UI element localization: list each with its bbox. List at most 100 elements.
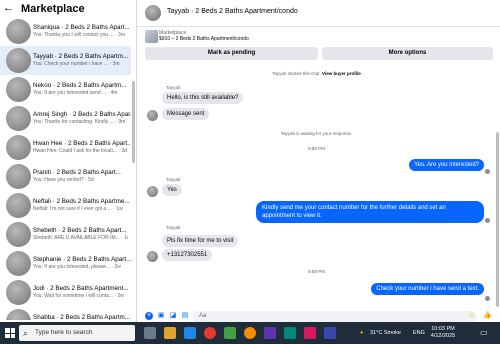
avatar xyxy=(6,193,31,218)
sender-avatar[interactable] xyxy=(147,110,158,121)
app-icon[interactable] xyxy=(264,327,276,339)
conversation-name: Shebeth · 2 Beds 2 Baths Apart... xyxy=(33,227,127,234)
waiting-notice: Tayyab is waiting for your response. xyxy=(280,131,353,136)
back-arrow-icon[interactable]: ← xyxy=(3,2,14,14)
timestamp: 9:58 PM xyxy=(307,269,326,274)
thumbs-up-icon[interactable]: 👍 xyxy=(483,312,492,320)
app-icon[interactable] xyxy=(224,327,236,339)
conversation-preview: You: If are you interested send ... · 4m xyxy=(33,90,118,96)
plus-icon[interactable]: + xyxy=(145,312,153,320)
seen-indicator xyxy=(485,218,490,223)
mark-pending-button[interactable]: Mark as pending xyxy=(145,47,318,60)
taskbar-search-box[interactable]: ⌕ Type here to search xyxy=(19,325,135,341)
chat-started-text: Tayyab started this chat. xyxy=(272,71,321,76)
file-explorer-icon[interactable] xyxy=(164,327,176,339)
outgoing-message[interactable]: Kindly send me your contact number for t… xyxy=(256,201,484,223)
image-icon[interactable]: ▣ xyxy=(157,312,165,320)
avatar xyxy=(6,164,31,189)
sender-avatar[interactable] xyxy=(147,186,158,197)
avatar xyxy=(6,251,31,276)
sender-name: Tayyab xyxy=(166,177,181,182)
incoming-message[interactable]: Hello, is this still available? xyxy=(162,92,244,104)
task-view-icon[interactable] xyxy=(144,327,156,339)
sender-avatar[interactable] xyxy=(147,251,158,262)
sidebar-title: Marketplace xyxy=(21,3,85,15)
conversation-item[interactable]: Amrej Singh · 2 Beds 2 Baths Apar... You:… xyxy=(0,104,131,133)
outgoing-message[interactable]: Check your number i have send a text. xyxy=(371,283,484,295)
conversation-item[interactable]: Hwan Hee · 2 Beds 2 Baths Apart... Hwan H… xyxy=(0,133,131,162)
conversation-item[interactable]: Shebeth · 2 Beds 2 Baths Apart... Shebeth… xyxy=(0,220,131,249)
taskbar-clock[interactable]: 10:03 PM 4/12/2025 xyxy=(428,326,458,340)
conversation-preview: You: Check your number i have ... · 3m xyxy=(33,61,120,67)
conversation-preview: You: If are you interested, please... · … xyxy=(33,264,121,270)
avatar xyxy=(6,77,31,102)
view-buyer-profile-link[interactable]: View buyer profile xyxy=(322,71,361,76)
seen-indicator xyxy=(485,169,490,174)
conversation-item[interactable]: Tayyab · 2 Beds 2 Baths Apartm... You: Ch… xyxy=(0,46,131,75)
conversation-preview: You: Wait for sometime i will conta... ·… xyxy=(33,293,124,299)
clock-date: 4/12/2025 xyxy=(430,333,456,339)
incoming-message[interactable]: +13127302551 xyxy=(162,249,213,261)
app-icon[interactable] xyxy=(284,327,296,339)
conversation-name: Shabba · 2 Beds 2 Baths Apartm... xyxy=(33,314,130,320)
conversation-name: Nekoo · 2 Beds 2 Baths Apartm... xyxy=(33,82,127,89)
conversation-name: Praniti · 2 Beds 2 Baths Apart... xyxy=(33,169,121,176)
app-icon[interactable] xyxy=(304,327,316,339)
conversation-item[interactable]: Stephanie · 2 Beds 2 Baths Apart... You: … xyxy=(0,249,131,278)
conversation-preview: Shebeth: ARE U AVAILABLE FOR IM... · 1w xyxy=(33,235,128,241)
sidebar-header: ← Marketplace xyxy=(0,0,137,16)
language-indicator[interactable]: ENG xyxy=(413,322,425,344)
message-input[interactable]: Aa xyxy=(192,311,477,322)
weather-text[interactable]: 31°C Smoke xyxy=(370,322,401,344)
avatar xyxy=(6,19,31,44)
windows-start-icon[interactable] xyxy=(5,328,15,338)
sidebar: ← Marketplace Shaniqua · 2 Beds 2 Baths … xyxy=(0,0,137,322)
edge-icon[interactable] xyxy=(184,327,196,339)
sidebar-scrollbar[interactable] xyxy=(132,17,136,320)
scrollbar-thumb[interactable] xyxy=(132,81,135,163)
conversation-item[interactable]: Shabba · 2 Beds 2 Baths Apartm...You: Ki… xyxy=(0,307,131,320)
conversation-name: Tayyab · 2 Beds 2 Baths Apartm... xyxy=(33,53,129,60)
outgoing-message[interactable]: Yes. Are you interested? xyxy=(409,159,484,171)
sender-name: Tayyab xyxy=(166,225,181,230)
more-options-button[interactable]: More options xyxy=(322,47,493,60)
conversation-preview: Hwan Hee: Could I ask for the locati... … xyxy=(33,148,127,154)
listing-title[interactable]: $910 – 2 Beds 2 Baths Apartment/condo xyxy=(159,36,249,42)
windows-taskbar: ⌕ Type here to search ● 31°C Smoke ENG 1… xyxy=(0,322,500,344)
weather-icon[interactable]: ● xyxy=(360,322,363,344)
conversation-item[interactable]: Nekoo · 2 Beds 2 Baths Apartm... You: If … xyxy=(0,75,131,104)
chat-header: Tayyab · 2 Beds 2 Baths Apartment/condo xyxy=(137,0,500,27)
app-icon[interactable] xyxy=(324,327,336,339)
chat-title[interactable]: Tayyab · 2 Beds 2 Baths Apartment/condo xyxy=(167,8,298,15)
chat-panel: Tayyab · 2 Beds 2 Baths Apartment/condo … xyxy=(137,0,500,322)
conversation-item[interactable]: Neftali · 2 Beds 2 Baths Apartme... Nefta… xyxy=(0,191,131,220)
composer-bar: + ▣ ◪ ▤ Aa ☺ 👍 xyxy=(137,311,500,322)
conversation-item[interactable]: Praniti · 2 Beds 2 Baths Apart... You: Ha… xyxy=(0,162,131,191)
conversation-name: Amrej Singh · 2 Beds 2 Baths Apar... xyxy=(33,111,131,118)
timestamp: 9:55 PM xyxy=(307,146,326,151)
conversation-name: Shaniqua · 2 Beds 2 Baths Apart... xyxy=(33,24,130,31)
incoming-message[interactable]: Yes xyxy=(162,184,182,196)
chat-scrollbar[interactable] xyxy=(496,68,500,312)
notification-icon[interactable]: ▭ xyxy=(480,322,488,344)
incoming-message[interactable]: Pls fix time for me to visit xyxy=(162,235,239,247)
scrollbar-thumb[interactable] xyxy=(496,132,499,307)
conversation-preview: You: Thanks you I will contact you ... ·… xyxy=(33,32,125,38)
gif-icon[interactable]: ▤ xyxy=(181,312,189,320)
conversation-item[interactable]: Shaniqua · 2 Beds 2 Baths Apart... You: T… xyxy=(0,17,131,46)
chrome-icon[interactable] xyxy=(204,327,216,339)
avatar xyxy=(6,222,31,247)
conversation-item[interactable]: Jodi · 2 Beds 2 Baths Apartment... You: W… xyxy=(0,278,131,307)
conversation-list: Shaniqua · 2 Beds 2 Baths Apart... You: T… xyxy=(0,17,131,320)
message-thread: Tayyab started this chat. View buyer pro… xyxy=(137,68,496,312)
sticker-icon[interactable]: ◪ xyxy=(169,312,177,320)
avatar xyxy=(6,309,31,320)
seen-indicator xyxy=(485,296,490,301)
emoji-icon[interactable]: ☺ xyxy=(468,312,476,320)
avatar xyxy=(6,135,31,160)
conversation-preview: You: Have you rented? · 5d xyxy=(33,177,94,183)
listing-thumbnail[interactable] xyxy=(145,30,158,43)
contact-avatar[interactable] xyxy=(145,5,161,21)
incoming-message[interactable]: Message sent xyxy=(162,108,210,120)
firefox-icon[interactable] xyxy=(244,327,256,339)
